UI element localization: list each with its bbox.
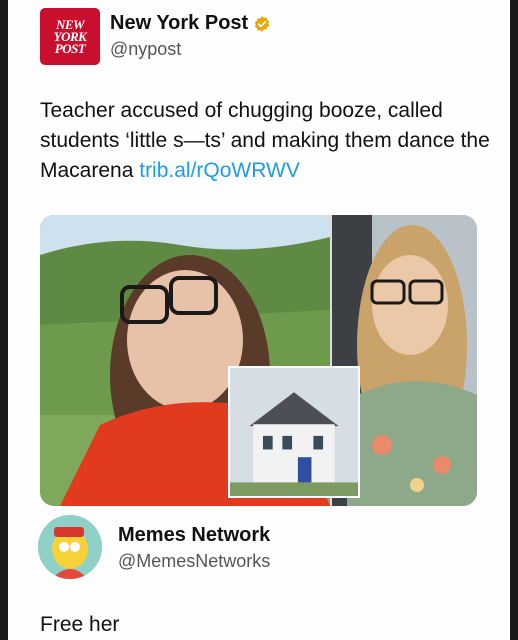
reply-author-handle[interactable]: @MemesNetworks (118, 551, 270, 572)
author-block: New York Post @nypost (110, 12, 271, 60)
reply: Memes Network @MemesNetworks (38, 515, 498, 585)
logo-line-3: POST (54, 40, 86, 56)
nypost-logo[interactable]: NEW YORK POST (40, 8, 100, 65)
avatar[interactable] (38, 515, 102, 579)
author-name[interactable]: New York Post (110, 12, 248, 35)
author-name-row[interactable]: New York Post (110, 12, 271, 35)
gold-check-icon (255, 15, 270, 32)
reply-author-name[interactable]: Memes Network (118, 524, 270, 547)
author-handle[interactable]: @nypost (110, 39, 271, 60)
reply-text: Free her (40, 613, 120, 636)
post-link[interactable]: trib.al/rQoWRWV (139, 159, 300, 182)
post-text: Teacher accused of chugging booze, calle… (40, 96, 490, 186)
photo-house-inset[interactable] (228, 366, 360, 498)
reply-author-block: Memes Network @MemesNetworks (118, 524, 270, 572)
post-media[interactable] (40, 215, 477, 506)
post-header: NEW YORK POST New York Post @nypost (40, 8, 480, 68)
screenshot-frame: NEW YORK POST New York Post @nypost Teac… (8, 0, 510, 640)
